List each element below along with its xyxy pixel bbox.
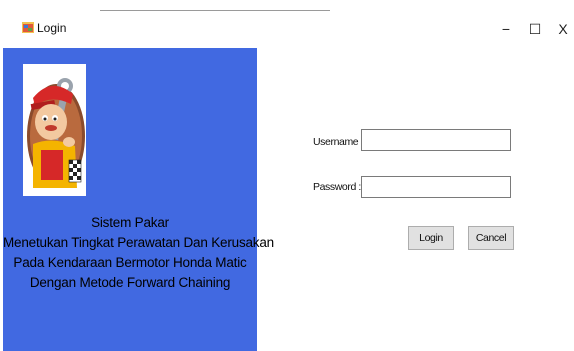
app-description: Sistem Pakar Menetukan Tingkat Perawatan…: [3, 213, 274, 293]
login-window: Login − ☐ X Sistem Pakar Menetukan Tingk…: [0, 0, 574, 351]
username-input[interactable]: [361, 129, 511, 151]
minimize-button[interactable]: −: [492, 17, 520, 41]
background-window-edge: [100, 0, 330, 11]
panel-line-subtitle-1: Menetukan Tingkat Perawatan Dan Kerusaka…: [3, 235, 274, 250]
window-title: Login: [37, 21, 67, 35]
app-icon: [22, 22, 34, 33]
panel-line-title: Sistem Pakar: [91, 215, 169, 230]
maximize-button[interactable]: ☐: [521, 17, 549, 41]
close-button[interactable]: X: [549, 17, 574, 41]
cancel-button[interactable]: Cancel: [468, 226, 514, 250]
title-bar[interactable]: Login − ☐ X: [0, 11, 574, 47]
password-label: Password :: [313, 181, 361, 193]
username-label: Username :: [313, 136, 364, 148]
panel-line-subtitle-2: Pada Kendaraan Bermotor Honda Matic: [13, 255, 247, 270]
branding-panel: Sistem Pakar Menetukan Tingkat Perawatan…: [3, 48, 274, 351]
mechanic-mascot-icon: [23, 64, 86, 196]
password-input[interactable]: [361, 176, 511, 198]
panel-line-subtitle-3: Dengan Metode Forward Chaining: [29, 275, 231, 290]
login-button[interactable]: Login: [408, 226, 454, 250]
